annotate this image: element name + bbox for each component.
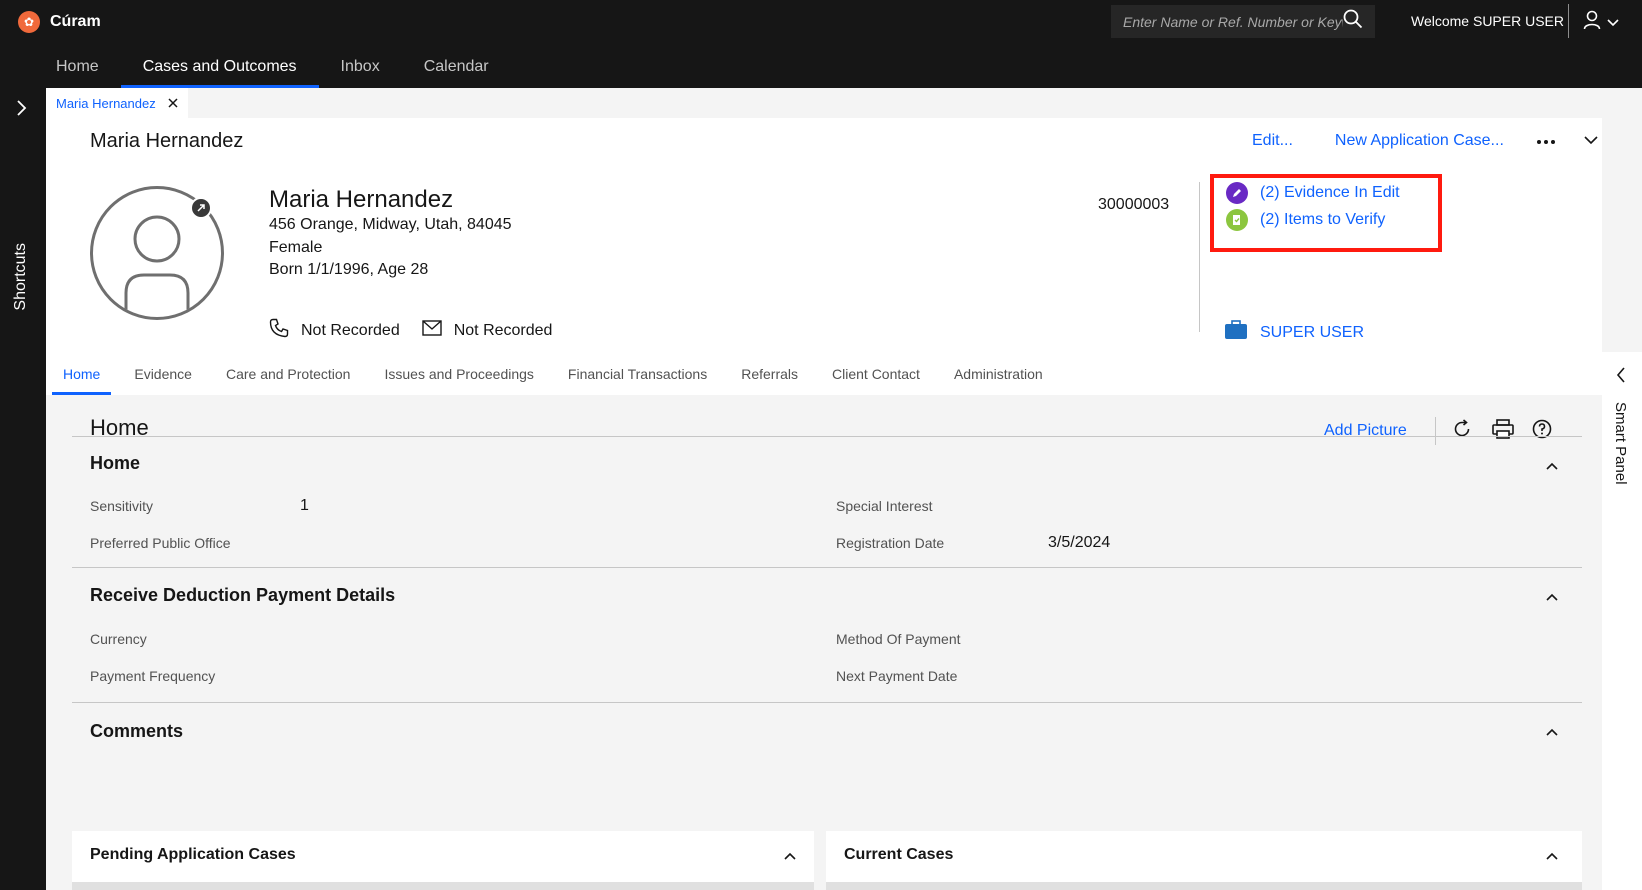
- person-birth: Born 1/1/1996, Age 28: [269, 261, 429, 278]
- registration-date-label: Registration Date: [836, 535, 945, 551]
- tab-issues-and-proceedings[interactable]: Issues and Proceedings: [367, 362, 550, 395]
- preferred-office-label: Preferred Public Office: [90, 535, 231, 551]
- new-application-case-button[interactable]: New Application Case...: [1335, 132, 1504, 150]
- indicator-items-to-verify[interactable]: (2) Items to Verify: [1226, 209, 1385, 231]
- content-title: Home: [90, 415, 149, 440]
- section-home-title: Home: [90, 453, 141, 473]
- person-address: 456 Orange, Midway, Utah, 84045: [269, 216, 512, 233]
- indicator-evidence-in-edit[interactable]: (2) Evidence In Edit: [1226, 182, 1400, 204]
- chevron-up-icon[interactable]: [1546, 723, 1558, 741]
- pending-panel-title: Pending Application Cases: [90, 846, 296, 863]
- verify-document-icon: [1226, 209, 1248, 231]
- user-menu-button[interactable]: [1583, 10, 1619, 35]
- evidence-in-edit-link[interactable]: (2) Evidence In Edit: [1260, 184, 1400, 202]
- tab-home[interactable]: Home: [46, 362, 117, 395]
- header-actions: Edit... New Application Case...: [1252, 132, 1598, 150]
- phone-icon: [269, 318, 289, 343]
- tab-evidence[interactable]: Evidence: [117, 362, 209, 395]
- edit-button[interactable]: Edit...: [1252, 132, 1293, 150]
- pencil-icon: [1226, 182, 1248, 204]
- global-search: [1111, 5, 1375, 38]
- user-icon: [1583, 10, 1601, 35]
- search-input[interactable]: [1123, 13, 1343, 30]
- open-tab-maria-hernandez[interactable]: Maria Hernandez: [46, 88, 188, 118]
- divider: [1199, 182, 1200, 332]
- method-of-payment-label: Method Of Payment: [836, 631, 961, 647]
- tab-client-contact[interactable]: Client Contact: [815, 362, 937, 395]
- next-payment-date-label: Next Payment Date: [836, 668, 958, 684]
- page-title: Maria Hernandez: [90, 130, 244, 152]
- panel-body: [72, 882, 814, 890]
- refresh-icon[interactable]: [1452, 418, 1472, 444]
- welcome-text: Welcome SUPER USER: [1411, 13, 1565, 29]
- currency-label: Currency: [90, 631, 147, 647]
- person-name: Maria Hernandez: [269, 186, 454, 213]
- open-profile-icon[interactable]: [190, 197, 212, 219]
- section-comments-title: Comments: [90, 721, 184, 741]
- close-icon[interactable]: [168, 96, 178, 111]
- section-tabs: Home Evidence Care and Protection Issues…: [46, 362, 1060, 395]
- items-to-verify-link[interactable]: (2) Items to Verify: [1260, 211, 1385, 229]
- person-gender: Female: [269, 239, 323, 256]
- search-icon[interactable]: [1343, 9, 1363, 34]
- divider: [72, 702, 1582, 703]
- smart-panel-label[interactable]: Smart Panel: [1612, 402, 1629, 485]
- sensitivity-value: 1: [300, 497, 309, 514]
- nav-cases-and-outcomes[interactable]: Cases and Outcomes: [120, 46, 319, 88]
- owner-link[interactable]: SUPER USER: [1260, 324, 1364, 342]
- current-cases-panel: Current Cases: [826, 831, 1582, 890]
- chevron-down-icon: [1607, 14, 1619, 32]
- email-icon: [422, 320, 442, 341]
- briefcase-icon: [1224, 320, 1248, 345]
- registration-date-value: 3/5/2024: [1048, 534, 1111, 551]
- special-interest-label: Special Interest: [836, 498, 933, 514]
- phone-value: Not Recorded: [301, 321, 400, 339]
- overflow-menu-icon[interactable]: [1536, 132, 1556, 150]
- chevron-right-icon[interactable]: [15, 100, 29, 121]
- open-tab-label: Maria Hernandez: [56, 95, 156, 111]
- print-icon[interactable]: [1491, 418, 1514, 444]
- nav-home[interactable]: Home: [34, 46, 121, 88]
- tab-financial-transactions[interactable]: Financial Transactions: [551, 362, 724, 395]
- current-panel-title: Current Cases: [844, 846, 954, 863]
- add-picture-button[interactable]: Add Picture: [1324, 422, 1407, 440]
- curam-logo-icon: ✿: [18, 11, 40, 33]
- shortcuts-rail: Shortcuts: [0, 88, 46, 890]
- tab-care-and-protection[interactable]: Care and Protection: [209, 362, 368, 395]
- main-nav: Home Cases and Outcomes Inbox Calendar: [34, 46, 511, 88]
- content-actions: Add Picture: [1324, 417, 1552, 445]
- nav-inbox[interactable]: Inbox: [319, 46, 402, 88]
- contact-info: Not Recorded Not Recorded: [269, 318, 552, 343]
- payment-frequency-label: Payment Frequency: [90, 668, 216, 684]
- case-owner[interactable]: SUPER USER: [1224, 320, 1364, 345]
- smart-panel-rail: Smart Panel: [1602, 352, 1642, 890]
- divider: [72, 436, 1582, 437]
- tab-referrals[interactable]: Referrals: [724, 362, 815, 395]
- panel-body: [826, 882, 1582, 890]
- sensitivity-label: Sensitivity: [90, 498, 154, 514]
- section-payment-title: Receive Deduction Payment Details: [90, 585, 396, 605]
- app-name: Cúram: [50, 13, 101, 30]
- open-tabs: Maria Hernandez: [46, 88, 1642, 118]
- tab-administration[interactable]: Administration: [937, 362, 1060, 395]
- divider: [1568, 4, 1569, 38]
- email-value: Not Recorded: [453, 321, 553, 339]
- divider: [72, 567, 1582, 568]
- top-bar: ✿ Cúram Welcome SUPER USER Home Cases an…: [0, 0, 1642, 88]
- shortcuts-label[interactable]: Shortcuts: [12, 243, 30, 311]
- chevron-up-icon[interactable]: [1546, 847, 1558, 865]
- chevron-up-icon[interactable]: [1546, 588, 1558, 606]
- nav-calendar[interactable]: Calendar: [402, 46, 511, 88]
- brand[interactable]: ✿ Cúram: [18, 10, 101, 34]
- person-header: Maria Hernandez Edit... New Application …: [46, 118, 1602, 395]
- chevron-up-icon[interactable]: [1546, 457, 1558, 475]
- chevron-left-icon[interactable]: [1616, 367, 1626, 388]
- home-content: Home Add Picture Home Sensitivity 1 Pref…: [46, 395, 1602, 890]
- chevron-up-icon[interactable]: [784, 847, 796, 865]
- help-icon[interactable]: [1532, 419, 1552, 444]
- reference-number: 30000003: [1098, 196, 1170, 213]
- chevron-down-icon[interactable]: [1584, 132, 1598, 150]
- pending-application-cases-panel: Pending Application Cases: [72, 831, 814, 890]
- divider: [1434, 417, 1436, 445]
